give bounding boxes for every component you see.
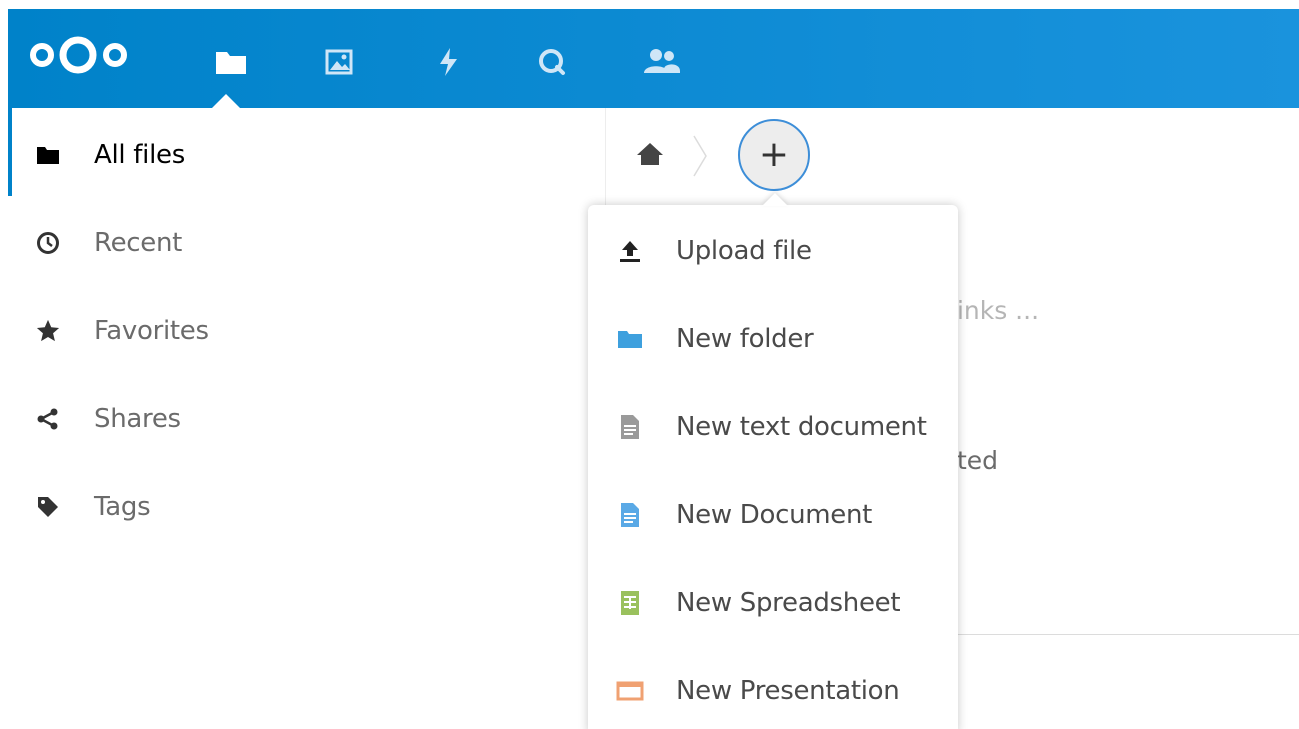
- menu-item-label: Upload file: [676, 236, 812, 266]
- folder-icon: [616, 325, 644, 353]
- sidebar-item-label: Recent: [94, 228, 183, 258]
- activity-icon[interactable]: [428, 42, 468, 82]
- sidebar-item-label: Shares: [94, 404, 181, 434]
- menu-item-label: New folder: [676, 324, 814, 354]
- nextcloud-logo-icon[interactable]: [20, 25, 160, 75]
- top-strip: [0, 0, 1299, 9]
- menu-item-label: New text document: [676, 412, 927, 442]
- sidebar-item-recent[interactable]: Recent: [8, 199, 598, 287]
- sidebar-item-tags[interactable]: Tags: [8, 463, 598, 551]
- sidebar-item-all-files[interactable]: All files: [8, 111, 598, 199]
- breadcrumb-separator: [690, 126, 710, 186]
- sidebar-item-label: Tags: [94, 492, 151, 522]
- folder-icon: [36, 143, 60, 167]
- menu-item-new-document[interactable]: New Document: [588, 471, 958, 559]
- text-file-icon: [616, 413, 644, 441]
- contacts-icon[interactable]: [642, 42, 682, 82]
- spreadsheet-icon: [616, 589, 644, 617]
- home-icon[interactable]: [632, 136, 668, 172]
- menu-item-new-text-document[interactable]: New text document: [588, 383, 958, 471]
- plus-icon: +: [758, 134, 790, 175]
- share-icon: [36, 407, 60, 431]
- files-icon[interactable]: [211, 42, 251, 82]
- menu-item-upload-file[interactable]: Upload file: [588, 207, 958, 295]
- menu-item-new-spreadsheet[interactable]: New Spreadsheet: [588, 559, 958, 647]
- search-icon[interactable]: [532, 42, 572, 82]
- background-text: links ...: [950, 296, 1040, 325]
- popover-caret: [762, 193, 788, 206]
- menu-item-new-presentation[interactable]: New Presentation: [588, 647, 958, 729]
- menu-item-label: New Document: [676, 500, 873, 530]
- sidebar-item-label: Favorites: [94, 316, 209, 346]
- new-button[interactable]: +: [738, 119, 810, 191]
- tag-icon: [36, 495, 60, 519]
- clock-icon: [36, 231, 60, 255]
- active-app-indicator: [212, 94, 240, 108]
- left-gutter: [0, 9, 8, 729]
- sidebar-item-label: All files: [94, 140, 185, 170]
- document-icon: [616, 501, 644, 529]
- menu-item-label: New Spreadsheet: [676, 588, 901, 618]
- sidebar-item-shares[interactable]: Shares: [8, 375, 598, 463]
- content-divider: [958, 634, 1299, 635]
- menu-item-label: New Presentation: [676, 676, 900, 706]
- star-icon: [36, 319, 60, 343]
- sidebar-item-favorites[interactable]: Favorites: [8, 287, 598, 375]
- presentation-icon: [616, 677, 644, 705]
- upload-icon: [616, 237, 644, 265]
- photos-icon[interactable]: [319, 42, 359, 82]
- menu-item-new-folder[interactable]: New folder: [588, 295, 958, 383]
